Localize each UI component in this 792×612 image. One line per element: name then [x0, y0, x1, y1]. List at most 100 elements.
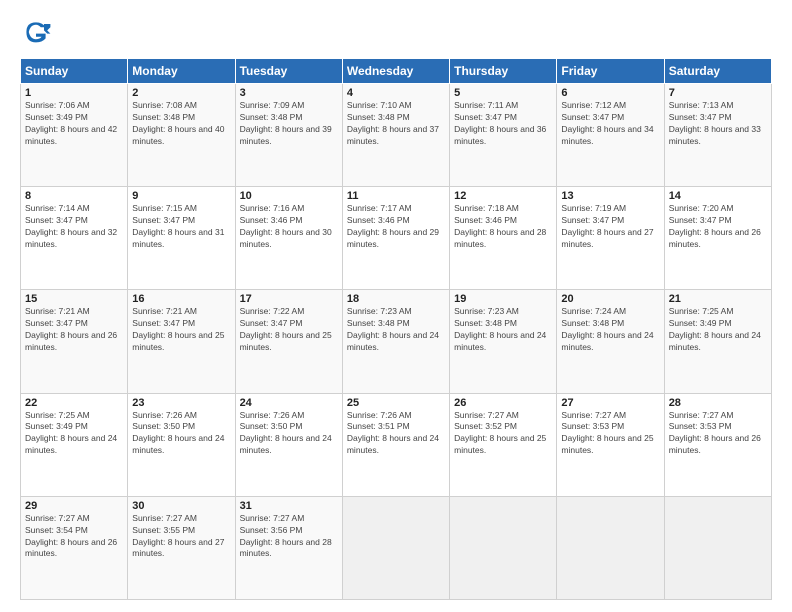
week-row-3: 15Sunrise: 7:21 AMSunset: 3:47 PMDayligh…	[21, 290, 772, 393]
day-number: 28	[669, 397, 767, 409]
calendar-cell: 4Sunrise: 7:10 AMSunset: 3:48 PMDaylight…	[342, 84, 449, 187]
calendar-cell	[557, 496, 664, 599]
day-number: 23	[132, 397, 230, 409]
calendar-cell: 6Sunrise: 7:12 AMSunset: 3:47 PMDaylight…	[557, 84, 664, 187]
days-header-row: SundayMondayTuesdayWednesdayThursdayFrid…	[21, 59, 772, 84]
calendar-cell: 21Sunrise: 7:25 AMSunset: 3:49 PMDayligh…	[664, 290, 771, 393]
calendar-cell: 7Sunrise: 7:13 AMSunset: 3:47 PMDaylight…	[664, 84, 771, 187]
day-info: Sunrise: 7:06 AMSunset: 3:49 PMDaylight:…	[25, 100, 123, 148]
day-info: Sunrise: 7:11 AMSunset: 3:47 PMDaylight:…	[454, 100, 552, 148]
day-number: 27	[561, 397, 659, 409]
day-number: 11	[347, 190, 445, 202]
day-number: 19	[454, 293, 552, 305]
week-row-4: 22Sunrise: 7:25 AMSunset: 3:49 PMDayligh…	[21, 393, 772, 496]
calendar-cell: 20Sunrise: 7:24 AMSunset: 3:48 PMDayligh…	[557, 290, 664, 393]
day-number: 14	[669, 190, 767, 202]
day-number: 3	[240, 87, 338, 99]
day-info: Sunrise: 7:21 AMSunset: 3:47 PMDaylight:…	[25, 306, 123, 354]
day-number: 6	[561, 87, 659, 99]
calendar-cell: 8Sunrise: 7:14 AMSunset: 3:47 PMDaylight…	[21, 187, 128, 290]
day-number: 7	[669, 87, 767, 99]
day-number: 25	[347, 397, 445, 409]
day-number: 18	[347, 293, 445, 305]
calendar-cell	[342, 496, 449, 599]
day-info: Sunrise: 7:23 AMSunset: 3:48 PMDaylight:…	[347, 306, 445, 354]
day-info: Sunrise: 7:13 AMSunset: 3:47 PMDaylight:…	[669, 100, 767, 148]
day-info: Sunrise: 7:27 AMSunset: 3:54 PMDaylight:…	[25, 513, 123, 561]
week-row-2: 8Sunrise: 7:14 AMSunset: 3:47 PMDaylight…	[21, 187, 772, 290]
page: SundayMondayTuesdayWednesdayThursdayFrid…	[0, 0, 792, 612]
day-info: Sunrise: 7:27 AMSunset: 3:53 PMDaylight:…	[669, 410, 767, 458]
day-header-wednesday: Wednesday	[342, 59, 449, 84]
day-header-sunday: Sunday	[21, 59, 128, 84]
calendar-cell: 9Sunrise: 7:15 AMSunset: 3:47 PMDaylight…	[128, 187, 235, 290]
day-header-monday: Monday	[128, 59, 235, 84]
day-number: 15	[25, 293, 123, 305]
calendar-cell: 26Sunrise: 7:27 AMSunset: 3:52 PMDayligh…	[450, 393, 557, 496]
day-number: 9	[132, 190, 230, 202]
day-number: 17	[240, 293, 338, 305]
day-info: Sunrise: 7:21 AMSunset: 3:47 PMDaylight:…	[132, 306, 230, 354]
logo	[20, 16, 58, 48]
day-number: 16	[132, 293, 230, 305]
day-info: Sunrise: 7:18 AMSunset: 3:46 PMDaylight:…	[454, 203, 552, 251]
day-info: Sunrise: 7:26 AMSunset: 3:50 PMDaylight:…	[132, 410, 230, 458]
day-number: 10	[240, 190, 338, 202]
calendar-cell: 22Sunrise: 7:25 AMSunset: 3:49 PMDayligh…	[21, 393, 128, 496]
calendar-table: SundayMondayTuesdayWednesdayThursdayFrid…	[20, 58, 772, 600]
day-info: Sunrise: 7:16 AMSunset: 3:46 PMDaylight:…	[240, 203, 338, 251]
calendar-cell: 25Sunrise: 7:26 AMSunset: 3:51 PMDayligh…	[342, 393, 449, 496]
week-row-1: 1Sunrise: 7:06 AMSunset: 3:49 PMDaylight…	[21, 84, 772, 187]
calendar-cell: 29Sunrise: 7:27 AMSunset: 3:54 PMDayligh…	[21, 496, 128, 599]
calendar-cell: 11Sunrise: 7:17 AMSunset: 3:46 PMDayligh…	[342, 187, 449, 290]
day-header-thursday: Thursday	[450, 59, 557, 84]
day-header-tuesday: Tuesday	[235, 59, 342, 84]
day-number: 22	[25, 397, 123, 409]
day-info: Sunrise: 7:27 AMSunset: 3:52 PMDaylight:…	[454, 410, 552, 458]
day-number: 8	[25, 190, 123, 202]
day-info: Sunrise: 7:24 AMSunset: 3:48 PMDaylight:…	[561, 306, 659, 354]
day-info: Sunrise: 7:12 AMSunset: 3:47 PMDaylight:…	[561, 100, 659, 148]
header	[20, 16, 772, 48]
logo-icon	[20, 16, 52, 48]
day-number: 13	[561, 190, 659, 202]
calendar-cell	[664, 496, 771, 599]
calendar-cell: 28Sunrise: 7:27 AMSunset: 3:53 PMDayligh…	[664, 393, 771, 496]
day-number: 31	[240, 500, 338, 512]
day-info: Sunrise: 7:09 AMSunset: 3:48 PMDaylight:…	[240, 100, 338, 148]
calendar-cell: 14Sunrise: 7:20 AMSunset: 3:47 PMDayligh…	[664, 187, 771, 290]
day-info: Sunrise: 7:27 AMSunset: 3:55 PMDaylight:…	[132, 513, 230, 561]
calendar-cell: 27Sunrise: 7:27 AMSunset: 3:53 PMDayligh…	[557, 393, 664, 496]
day-info: Sunrise: 7:17 AMSunset: 3:46 PMDaylight:…	[347, 203, 445, 251]
calendar-cell: 12Sunrise: 7:18 AMSunset: 3:46 PMDayligh…	[450, 187, 557, 290]
calendar-cell: 19Sunrise: 7:23 AMSunset: 3:48 PMDayligh…	[450, 290, 557, 393]
day-info: Sunrise: 7:20 AMSunset: 3:47 PMDaylight:…	[669, 203, 767, 251]
week-row-5: 29Sunrise: 7:27 AMSunset: 3:54 PMDayligh…	[21, 496, 772, 599]
calendar-cell: 17Sunrise: 7:22 AMSunset: 3:47 PMDayligh…	[235, 290, 342, 393]
calendar-cell: 5Sunrise: 7:11 AMSunset: 3:47 PMDaylight…	[450, 84, 557, 187]
day-number: 21	[669, 293, 767, 305]
day-info: Sunrise: 7:27 AMSunset: 3:53 PMDaylight:…	[561, 410, 659, 458]
day-header-saturday: Saturday	[664, 59, 771, 84]
calendar-cell: 18Sunrise: 7:23 AMSunset: 3:48 PMDayligh…	[342, 290, 449, 393]
day-info: Sunrise: 7:15 AMSunset: 3:47 PMDaylight:…	[132, 203, 230, 251]
calendar-cell: 2Sunrise: 7:08 AMSunset: 3:48 PMDaylight…	[128, 84, 235, 187]
day-info: Sunrise: 7:25 AMSunset: 3:49 PMDaylight:…	[669, 306, 767, 354]
calendar-cell: 10Sunrise: 7:16 AMSunset: 3:46 PMDayligh…	[235, 187, 342, 290]
day-info: Sunrise: 7:08 AMSunset: 3:48 PMDaylight:…	[132, 100, 230, 148]
day-number: 26	[454, 397, 552, 409]
day-info: Sunrise: 7:22 AMSunset: 3:47 PMDaylight:…	[240, 306, 338, 354]
day-info: Sunrise: 7:19 AMSunset: 3:47 PMDaylight:…	[561, 203, 659, 251]
day-info: Sunrise: 7:26 AMSunset: 3:50 PMDaylight:…	[240, 410, 338, 458]
calendar-cell: 15Sunrise: 7:21 AMSunset: 3:47 PMDayligh…	[21, 290, 128, 393]
calendar-cell: 1Sunrise: 7:06 AMSunset: 3:49 PMDaylight…	[21, 84, 128, 187]
day-info: Sunrise: 7:10 AMSunset: 3:48 PMDaylight:…	[347, 100, 445, 148]
day-info: Sunrise: 7:27 AMSunset: 3:56 PMDaylight:…	[240, 513, 338, 561]
day-info: Sunrise: 7:23 AMSunset: 3:48 PMDaylight:…	[454, 306, 552, 354]
calendar-cell: 24Sunrise: 7:26 AMSunset: 3:50 PMDayligh…	[235, 393, 342, 496]
calendar-cell: 13Sunrise: 7:19 AMSunset: 3:47 PMDayligh…	[557, 187, 664, 290]
day-number: 30	[132, 500, 230, 512]
calendar-cell: 31Sunrise: 7:27 AMSunset: 3:56 PMDayligh…	[235, 496, 342, 599]
day-info: Sunrise: 7:26 AMSunset: 3:51 PMDaylight:…	[347, 410, 445, 458]
calendar-cell: 16Sunrise: 7:21 AMSunset: 3:47 PMDayligh…	[128, 290, 235, 393]
